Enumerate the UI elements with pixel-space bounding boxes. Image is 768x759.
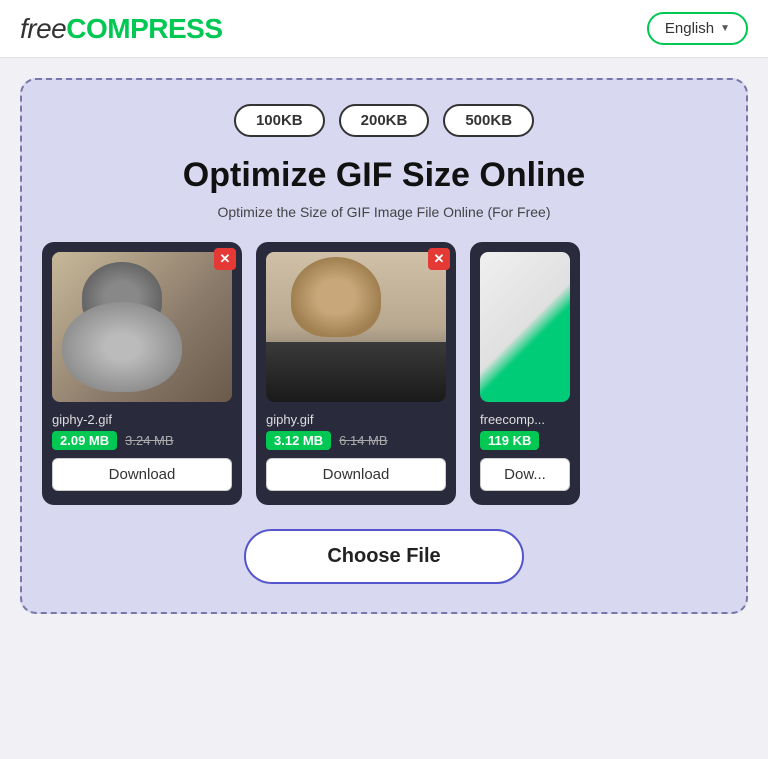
choose-file-section: Choose File <box>42 529 726 584</box>
upload-card: 100KB 200KB 500KB Optimize GIF Size Onli… <box>20 78 748 614</box>
file-name-3: freecomp... <box>480 412 570 427</box>
old-size-2: 6.14 MB <box>339 433 387 448</box>
size-500kb-button[interactable]: 500KB <box>443 104 534 137</box>
file-name-1: giphy-2.gif <box>52 412 232 427</box>
file-thumbnail-2 <box>266 252 446 402</box>
choose-file-button[interactable]: Choose File <box>244 529 524 584</box>
page-subtitle: Optimize the Size of GIF Image File Onli… <box>42 204 726 220</box>
cat3-image <box>480 252 570 402</box>
file-sizes-1: 2.09 MB 3.24 MB <box>52 431 232 450</box>
header: freeCOMPRESS English ▼ <box>0 0 768 58</box>
size-options-row: 100KB 200KB 500KB <box>42 104 726 137</box>
file-sizes-2: 3.12 MB 6.14 MB <box>266 431 446 450</box>
file-sizes-3: 119 KB <box>480 431 570 450</box>
cat1-image <box>52 252 232 402</box>
old-size-1: 3.24 MB <box>125 433 173 448</box>
file-thumbnail-1 <box>52 252 232 402</box>
file-info-2: giphy.gif 3.12 MB 6.14 MB Download <box>266 410 446 495</box>
file-thumbnail-3 <box>480 252 570 402</box>
page-title: Optimize GIF Size Online <box>42 155 726 196</box>
file-info-3: freecomp... 119 KB Dow... <box>480 410 570 495</box>
download-button-3[interactable]: Dow... <box>480 458 570 491</box>
files-row: ✕ giphy-2.gif 2.09 MB 3.24 MB Download ✕ <box>42 242 726 505</box>
download-button-2[interactable]: Download <box>266 458 446 491</box>
cat2-image <box>266 252 446 402</box>
file-card-3: freecomp... 119 KB Dow... <box>470 242 580 505</box>
file-card-2: ✕ giphy.gif 3.12 MB 6.14 MB Download <box>256 242 456 505</box>
logo-free-text: free <box>20 13 66 44</box>
new-size-3: 119 KB <box>480 431 539 450</box>
main-content: 100KB 200KB 500KB Optimize GIF Size Onli… <box>0 58 768 644</box>
new-size-1: 2.09 MB <box>52 431 117 450</box>
download-button-1[interactable]: Download <box>52 458 232 491</box>
size-100kb-button[interactable]: 100KB <box>234 104 325 137</box>
file-info-1: giphy-2.gif 2.09 MB 3.24 MB Download <box>52 410 232 495</box>
language-selector[interactable]: English ▼ <box>647 12 748 45</box>
remove-file-2-button[interactable]: ✕ <box>428 248 450 270</box>
language-label: English <box>665 20 714 37</box>
file-card-1: ✕ giphy-2.gif 2.09 MB 3.24 MB Download <box>42 242 242 505</box>
file-name-2: giphy.gif <box>266 412 446 427</box>
new-size-2: 3.12 MB <box>266 431 331 450</box>
chevron-down-icon: ▼ <box>720 23 730 34</box>
logo: freeCOMPRESS <box>20 13 223 45</box>
remove-file-1-button[interactable]: ✕ <box>214 248 236 270</box>
size-200kb-button[interactable]: 200KB <box>339 104 430 137</box>
logo-compress-text: COMPRESS <box>66 13 222 44</box>
